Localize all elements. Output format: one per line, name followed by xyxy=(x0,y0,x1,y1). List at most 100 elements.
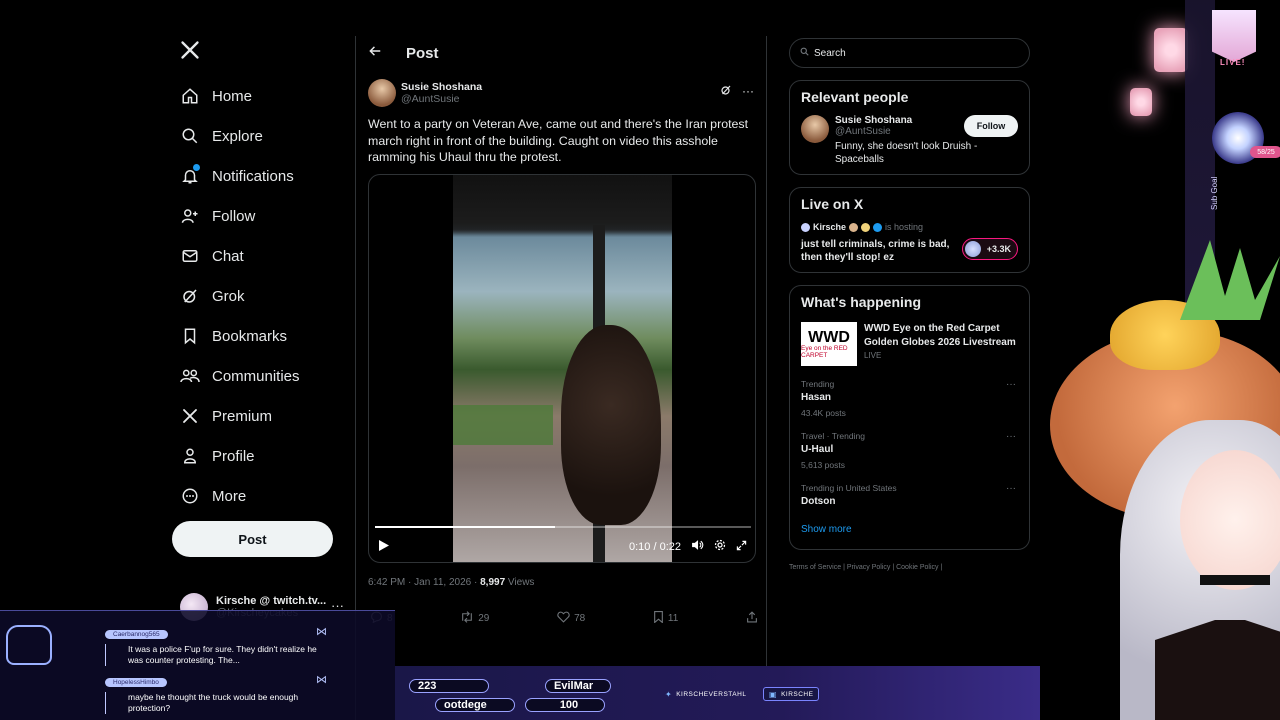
repost-icon xyxy=(460,611,474,626)
character-outfit xyxy=(1155,620,1280,720)
nav-explore-label: Explore xyxy=(212,127,263,145)
search-icon xyxy=(170,127,210,145)
nav-explore[interactable]: Explore xyxy=(170,116,350,156)
nav-grok[interactable]: Grok xyxy=(170,276,350,316)
right-sidebar: Search Relevant people Susie Shoshana @A… xyxy=(789,38,1030,571)
more-dots-icon[interactable]: ··· xyxy=(1006,483,1016,494)
nav-chat-label: Chat xyxy=(212,247,244,265)
live-space[interactable]: Kirsche is hosting just tell criminals, … xyxy=(801,222,1018,264)
person-icon xyxy=(170,447,210,465)
repost-button[interactable]: 29 xyxy=(460,611,489,626)
fullscreen-icon[interactable] xyxy=(736,540,747,554)
search-input[interactable]: Search xyxy=(789,38,1030,68)
whats-happening-panel: What's happening WWD Eye on the RED CARP… xyxy=(789,285,1030,550)
nav-home-label: Home xyxy=(212,87,253,105)
verified-badge-icon xyxy=(873,222,883,232)
post-views-label: Views xyxy=(505,576,535,588)
nav-more[interactable]: More xyxy=(170,476,350,516)
cat-mascot-icon xyxy=(6,625,52,665)
author-avatar[interactable] xyxy=(368,79,396,107)
show-more-link[interactable]: Show more xyxy=(801,524,1018,535)
video-scene-person xyxy=(561,324,661,525)
stream-bottom-bar: 223 ootdege EvilMar 100 ✦ KIRSCHEVERSTAH… xyxy=(395,666,1040,720)
whats-happening-title: What's happening xyxy=(801,294,921,310)
chat-text: maybe he thought the truck would be enou… xyxy=(105,692,330,714)
video-scene-canopy xyxy=(453,174,672,235)
nav-chat[interactable]: Chat xyxy=(170,236,350,276)
live-star-badge xyxy=(1212,10,1256,62)
chat-icon: ▣ xyxy=(769,689,778,699)
live-host-name: Kirsche xyxy=(813,222,847,232)
ticker-pill-text: 100 xyxy=(559,699,579,711)
video-scene-grass xyxy=(453,404,553,445)
like-button[interactable]: 78 xyxy=(557,611,585,626)
bookmark-icon xyxy=(653,611,664,626)
nav-communities[interactable]: Communities xyxy=(170,356,350,396)
post-meta: 6:42 PM · Jan 11, 2026 · 8,997 Views xyxy=(368,577,754,588)
nav-premium[interactable]: Premium xyxy=(170,396,350,436)
trend-context: Travel · Trending xyxy=(801,431,865,441)
live-title: Live on X xyxy=(801,196,864,212)
author-handle[interactable]: @AuntSusie xyxy=(401,93,482,105)
footer-links[interactable]: Terms of Service | Privacy Policy | Cook… xyxy=(789,564,1030,571)
emoji-icon xyxy=(849,222,859,232)
relevant-person-avatar[interactable] xyxy=(801,115,829,143)
more-icon xyxy=(170,487,210,505)
video-frame xyxy=(453,174,672,562)
wwd-logo-subtext: Eye on the RED CARPET xyxy=(801,344,848,359)
volume-icon[interactable] xyxy=(691,539,704,554)
notification-dot xyxy=(192,163,201,172)
video-player[interactable]: 0:10 / 0:22 xyxy=(368,173,756,563)
nav-home[interactable]: Home xyxy=(170,76,350,116)
x-logo-icon[interactable] xyxy=(170,30,210,70)
trend-item[interactable]: Trending Hasan 43.4K posts ··· xyxy=(801,379,1018,418)
post-column: Post Susie Shoshana @AuntSusie ··· Went … xyxy=(355,36,767,720)
character-choker xyxy=(1200,575,1270,585)
author-name[interactable]: Susie Shoshana xyxy=(401,81,482,93)
more-dots-icon[interactable]: ··· xyxy=(1006,431,1016,442)
character-face xyxy=(1180,450,1280,590)
chat-message: HopelessHimbo maybe he thought the truck… xyxy=(105,671,330,714)
video-progress-bar[interactable] xyxy=(375,525,751,528)
trend-context: Trending xyxy=(801,379,835,389)
nav-bookmarks[interactable]: Bookmarks xyxy=(170,316,350,356)
grok-icon[interactable] xyxy=(720,84,732,99)
more-dots-icon[interactable]: ··· xyxy=(742,84,754,99)
social-twitter: ✦ KIRSCHEVERSTAHL xyxy=(665,687,746,701)
nav-profile[interactable]: Profile xyxy=(170,436,350,476)
trend-posts: 5,613 posts xyxy=(801,460,845,470)
featured-event-title: WWD Eye on the Red Carpet Golden Globes … xyxy=(864,323,1016,348)
video-progress-fill xyxy=(375,525,556,528)
post-actions: 8 29 78 11 xyxy=(370,611,758,626)
trend-posts: 43.4K posts xyxy=(801,408,846,418)
settings-gear-icon[interactable] xyxy=(714,539,726,554)
x-icon xyxy=(170,408,210,424)
bookmark-button[interactable]: 11 xyxy=(653,611,678,626)
nav-more-label: More xyxy=(212,487,247,505)
live-listener-count[interactable]: +3.3K xyxy=(962,238,1018,260)
play-icon[interactable] xyxy=(379,539,389,554)
back-arrow-icon[interactable] xyxy=(368,44,398,63)
video-time: 0:10 / 0:22 xyxy=(629,540,681,553)
nav-follow[interactable]: Follow xyxy=(170,196,350,236)
heart-icon xyxy=(557,611,570,626)
search-placeholder: Search xyxy=(814,47,846,59)
social-twitch: ▣ KIRSCHE xyxy=(763,687,820,701)
trend-item[interactable]: Trending in United States Dotson ··· xyxy=(801,483,1018,507)
share-button[interactable] xyxy=(746,611,758,626)
ticker-pill: ootdege xyxy=(435,698,515,712)
nav-bookmarks-label: Bookmarks xyxy=(212,327,288,345)
trend-item[interactable]: Travel · Trending U-Haul 5,613 posts ··· xyxy=(801,431,1018,470)
ticker-pill: 223 xyxy=(409,679,489,693)
follow-button[interactable]: Follow xyxy=(964,115,1018,137)
post-timestamp[interactable]: 6:42 PM · Jan 11, 2026 · xyxy=(368,577,480,588)
bow-icon: ⋈ xyxy=(316,674,327,686)
nav-notifications[interactable]: Notifications xyxy=(170,156,350,196)
featured-event[interactable]: WWD Eye on the RED CARPET WWD Eye on the… xyxy=(801,322,1018,366)
wwd-logo-text: WWD xyxy=(808,328,850,346)
account-name: Kirsche @ twitch.tv... xyxy=(216,595,327,607)
more-dots-icon[interactable]: ··· xyxy=(1006,379,1016,390)
relevant-people-title: Relevant people xyxy=(801,89,909,105)
emoji-icon xyxy=(861,222,871,232)
post-button[interactable]: Post xyxy=(172,521,333,557)
